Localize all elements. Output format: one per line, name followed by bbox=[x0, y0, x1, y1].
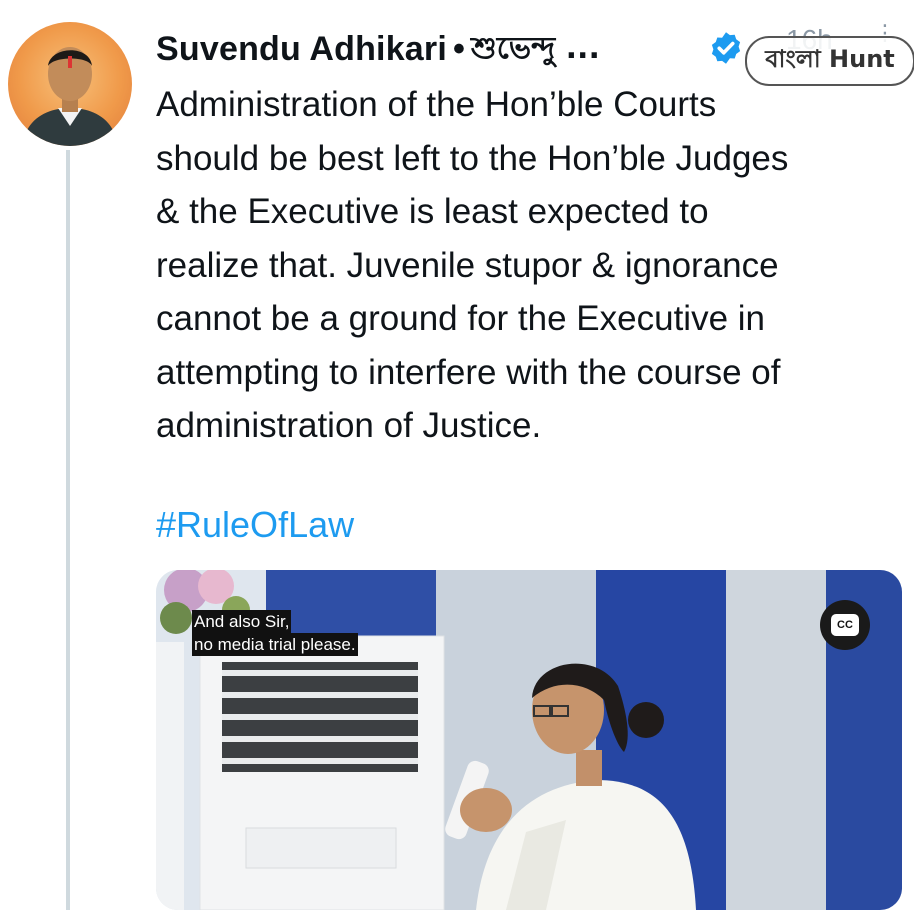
tweet-text-line: realize that. Juvenile stupor & ignoranc… bbox=[156, 245, 779, 285]
tweet-text-line: & the Executive is least expected to bbox=[156, 192, 709, 231]
hashtag-link[interactable]: #RuleOfLaw bbox=[156, 504, 354, 546]
tweet-text-line: administration of Justice. bbox=[156, 406, 542, 445]
avatar-portrait-icon bbox=[22, 47, 118, 146]
profile-avatar[interactable] bbox=[8, 22, 132, 146]
tweet-text-line: should be best left to the Hon’ble Judge… bbox=[156, 138, 789, 178]
video-caption: And also Sir, no media trial please. bbox=[192, 610, 358, 656]
tweet-text: Administration of the Hon’ble Courts sho… bbox=[156, 78, 908, 453]
name-separator: • bbox=[453, 29, 465, 68]
tweet-text-line: attempting to interfere with the course … bbox=[156, 352, 781, 392]
verified-badge-icon bbox=[711, 32, 741, 64]
cc-icon: CC bbox=[831, 614, 859, 636]
author-name[interactable]: Suvendu Adhikari bbox=[156, 30, 447, 69]
tweet-text-line: cannot be a ground for the Executive in bbox=[156, 299, 766, 338]
tweet-header: Suvendu Adhikari • শুভেন্দু ... bbox=[156, 26, 600, 72]
tweet-text-line: Administration of the Hon’ble Courts bbox=[156, 85, 717, 124]
caption-line: no media trial please. bbox=[192, 633, 358, 656]
closed-captions-button[interactable]: CC bbox=[820, 600, 870, 650]
video-player[interactable]: And also Sir, no media trial please. CC bbox=[156, 570, 902, 910]
thread-line bbox=[66, 150, 70, 910]
caption-line: And also Sir, bbox=[192, 610, 292, 633]
author-bengali-name[interactable]: শুভেন্দু ... bbox=[471, 24, 600, 75]
